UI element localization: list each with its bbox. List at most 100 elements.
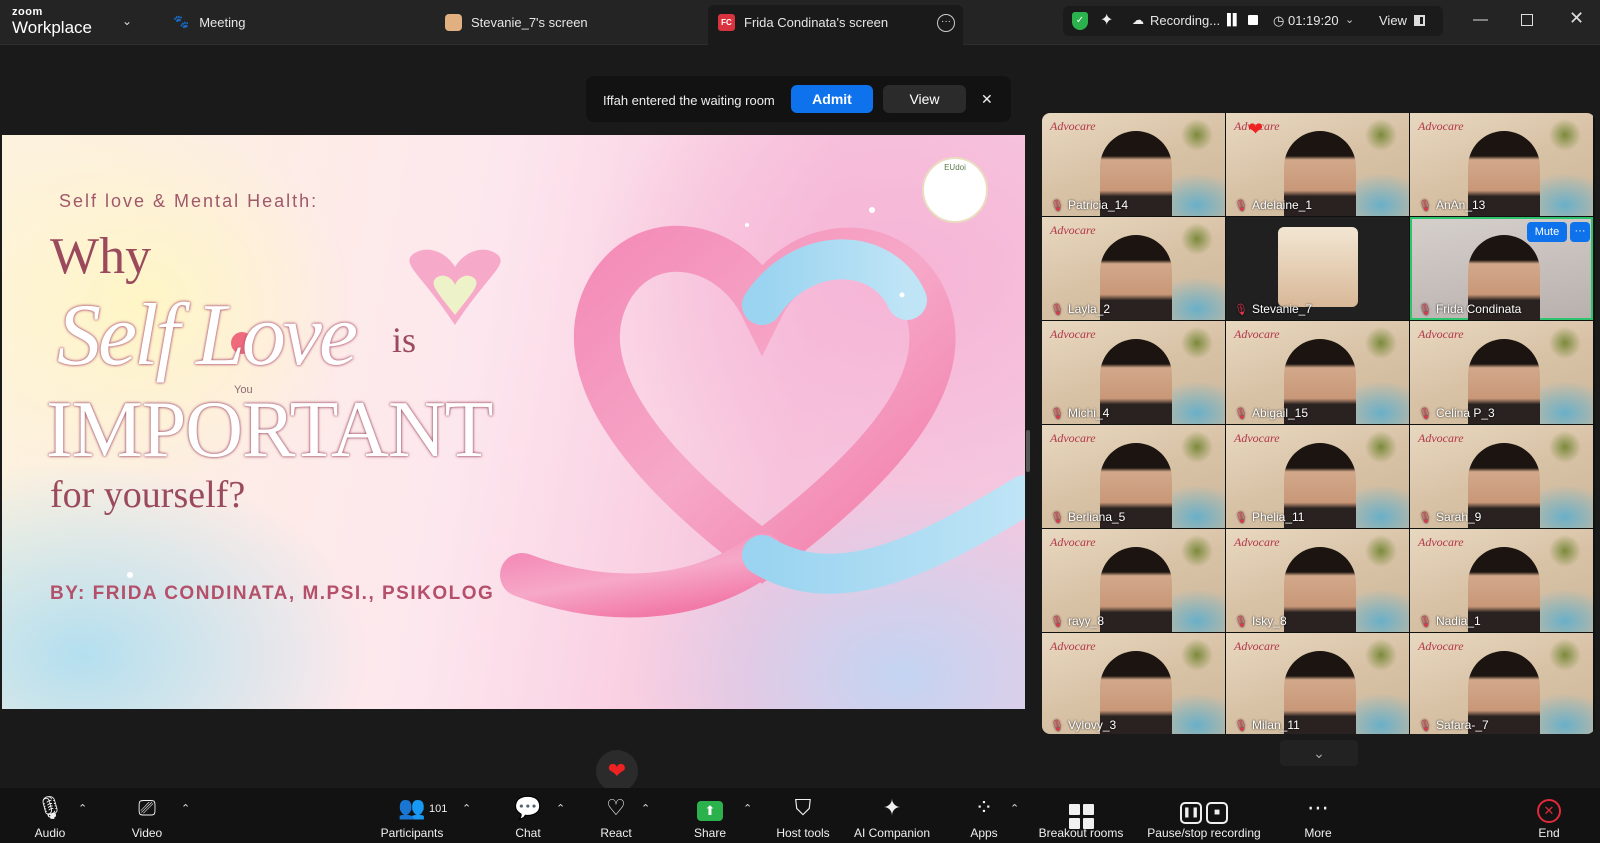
ai-sparkle-icon[interactable]: ✦ (1100, 10, 1113, 30)
chevron-down-icon[interactable]: ⌄ (122, 14, 132, 28)
ai-companion-button[interactable]: ✦ AI Companion (850, 794, 934, 840)
react-button[interactable]: ♡ React (598, 794, 634, 840)
timer-value: 01:19:20 (1287, 13, 1339, 28)
breakout-rooms-button[interactable]: Breakout rooms (1034, 794, 1128, 840)
chevron-down-icon[interactable]: ⌄ (1345, 13, 1354, 26)
microphone-muted-icon: 🎙 (1418, 407, 1432, 420)
participant-name-tag: 🎙 Patricia_14 (1050, 198, 1128, 212)
view-button[interactable]: View (1379, 13, 1425, 28)
background-decoration: Advocare (1418, 119, 1464, 133)
microphone-muted-icon: 🎙 (1050, 303, 1064, 316)
minimize-icon[interactable]: — (1473, 11, 1488, 28)
participant-tile[interactable]: Advocare 🎙 Sarah_9 (1410, 425, 1593, 528)
participant-tile[interactable]: Advocare 🎙 Phelia_11 (1226, 425, 1409, 528)
participant-name: Abigail_15 (1251, 406, 1309, 420)
audio-button[interactable]: 🎙 Audio (30, 794, 70, 840)
view-waiting-room-button[interactable]: View (883, 85, 966, 113)
react-label: React (600, 826, 632, 840)
end-meeting-button[interactable]: ✕ End (1533, 794, 1565, 840)
share-button[interactable]: ⬆ Share (690, 794, 730, 840)
tab-frida-screen[interactable]: FC Frida Condinata's screen (718, 14, 888, 31)
microphone-muted-icon: 🎙 (1050, 511, 1064, 524)
pause-recording-icon[interactable]: ▌▌ (1227, 14, 1241, 26)
participant-name-tag: 🎙 Abigail_15 (1234, 406, 1308, 420)
participant-name: Stevanie_7 (1251, 302, 1313, 316)
participant-tile[interactable]: Advocare 🎙 Vylovy_3 (1042, 633, 1225, 734)
participant-tile[interactable]: Advocare ❤ 🎙 Adelaine_1 (1226, 113, 1409, 216)
participant-tile[interactable]: Advocare 🎙 Patricia_14 (1042, 113, 1225, 216)
participant-name: Isky_8 (1251, 614, 1287, 628)
microphone-muted-icon: 🎙 (1234, 407, 1248, 420)
chevron-up-icon[interactable]: ⌃ (462, 802, 471, 815)
background-decoration: Advocare (1234, 639, 1280, 653)
zoom-workplace-logo[interactable]: zoom Workplace (12, 6, 92, 37)
logo-brand-bottom: Workplace (12, 18, 92, 37)
participant-more-button[interactable]: ··· (1570, 222, 1590, 242)
tab-badge: FC (718, 14, 735, 31)
participant-tile[interactable]: Advocare 🎙 Safara-_7 (1410, 633, 1593, 734)
slide-title-important: IMPORTANT (46, 386, 493, 474)
participant-tile[interactable]: Advocare 🎙 Layla_2 (1042, 217, 1225, 320)
chevron-up-icon[interactable]: ⌃ (641, 802, 650, 815)
close-icon[interactable]: ✕ (981, 91, 993, 108)
apps-button[interactable]: ⁘ Apps (966, 794, 1002, 840)
encryption-shield-icon[interactable]: ✓ (1072, 12, 1088, 30)
video-button[interactable]: ⎚ Video (127, 794, 167, 840)
background-decoration: Advocare (1418, 535, 1464, 549)
panel-resize-handle[interactable] (1026, 430, 1030, 472)
participant-tile[interactable]: Advocare 🎙 Berliana_5 (1042, 425, 1225, 528)
pause-stop-recording-button[interactable]: ❚❚ ■ Pause/stop recording (1142, 794, 1266, 840)
participant-tile[interactable]: Mute ··· 🎙 Frida Condinata (1410, 217, 1593, 320)
shield-icon: ⛉ (794, 795, 812, 820)
background-decoration: Advocare (1418, 327, 1464, 341)
chevron-up-icon[interactable]: ⌃ (181, 802, 190, 815)
background-decoration: Advocare (1050, 639, 1096, 653)
participants-button[interactable]: 👥 Participants (376, 794, 448, 840)
background-decoration: Advocare (1050, 535, 1096, 549)
participant-tile[interactable]: Advocare 🎙 AnAn_13 (1410, 113, 1593, 216)
participant-name-tag: 🎙 Berliana_5 (1050, 510, 1125, 524)
participant-tile[interactable]: Advocare 🎙 Abigail_15 (1226, 321, 1409, 424)
breakout-rooms-label: Breakout rooms (1038, 826, 1124, 840)
slide-byline: BY: FRIDA CONDINATA, M.PSI., PSIKOLOG (50, 583, 495, 604)
logo-brand-top: zoom (12, 6, 43, 18)
ai-companion-label: AI Companion (853, 826, 931, 840)
stop-recording-icon[interactable] (1248, 15, 1258, 25)
participant-tile[interactable]: Advocare 🎙 Celina P_3 (1410, 321, 1593, 424)
host-tools-button[interactable]: ⛉ Host tools (771, 794, 835, 840)
microphone-muted-icon: 🎙 (1050, 199, 1064, 212)
participant-name-tag: 🎙 Isky_8 (1234, 614, 1287, 628)
chevron-up-icon[interactable]: ⌃ (556, 802, 565, 815)
more-button[interactable]: ⋯ More (1300, 794, 1336, 840)
close-icon[interactable]: ✕ (1569, 8, 1584, 29)
participant-tile[interactable]: Advocare 🎙 Milan_11 (1226, 633, 1409, 734)
participant-tile[interactable]: Advocare 🎙 Michi_4 (1042, 321, 1225, 424)
chevron-up-icon[interactable]: ⌃ (743, 802, 752, 815)
tab-stevanie-screen[interactable]: Stevanie_7's screen (445, 14, 588, 31)
meeting-tab[interactable]: 🐾 Meeting (173, 14, 245, 30)
participant-name-tag: 🎙 Milan_11 (1234, 718, 1300, 732)
participant-tile[interactable]: Advocare 🎙 Nadia_1 (1410, 529, 1593, 632)
more-options-icon[interactable]: ··· (937, 14, 955, 32)
participant-name-tag: 🎙 Nadia_1 (1418, 614, 1481, 628)
mute-participant-button[interactable]: Mute (1527, 222, 1567, 242)
admit-button[interactable]: Admit (791, 85, 873, 113)
chevron-up-icon[interactable]: ⌃ (78, 802, 87, 815)
chevron-down-icon[interactable]: ⌄ (1280, 740, 1358, 766)
restore-window-icon[interactable] (1521, 14, 1533, 26)
pause-stop-recording-label: Pause/stop recording (1147, 826, 1261, 840)
participant-tile[interactable]: Advocare 🎙 rayy_8 (1042, 529, 1225, 632)
more-icon: ⋯ (1307, 795, 1329, 820)
participant-tile[interactable]: 🎙 Stevanie_7 (1226, 217, 1409, 320)
participant-tile[interactable]: Advocare 🎙 Isky_8 (1226, 529, 1409, 632)
microphone-muted-icon: 🎙 (1418, 615, 1432, 628)
background-decoration: Advocare (1050, 223, 1096, 237)
organization-logo: EUdoi (922, 157, 988, 223)
background-decoration: Advocare (1050, 327, 1096, 341)
participant-name: Milan_11 (1251, 718, 1300, 732)
chat-button[interactable]: 💬 Chat (510, 794, 546, 840)
meeting-icon: 🐾 (173, 14, 190, 29)
microphone-muted-icon: 🎙 (1234, 511, 1248, 524)
chevron-up-icon[interactable]: ⌃ (1010, 802, 1019, 815)
participant-name-tag: 🎙 Adelaine_1 (1234, 198, 1312, 212)
